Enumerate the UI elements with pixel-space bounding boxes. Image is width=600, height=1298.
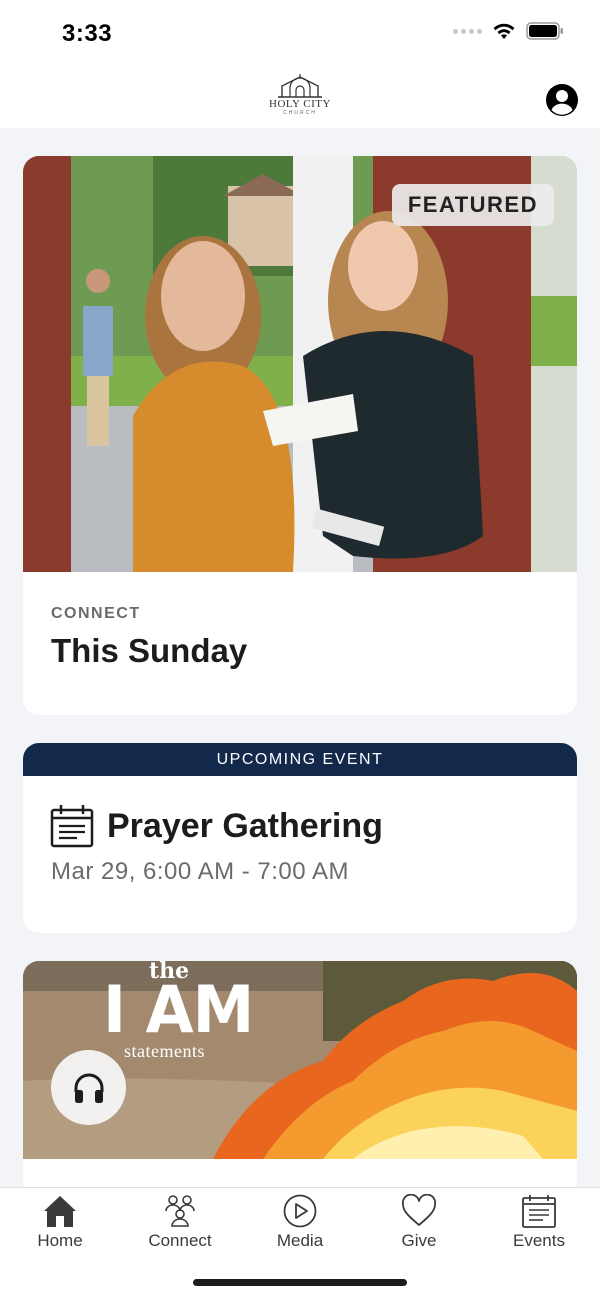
calendar-icon xyxy=(522,1195,556,1228)
media-card[interactable]: the I AM statements xyxy=(23,961,577,1221)
wifi-icon xyxy=(493,23,515,39)
people-icon xyxy=(165,1195,195,1227)
upcoming-event-card[interactable]: UPCOMING EVENT Prayer Gathering Mar 29, … xyxy=(23,743,577,933)
headphones-icon xyxy=(74,1073,103,1103)
cellular-signal-icon xyxy=(453,28,482,34)
tab-connect[interactable]: Connect xyxy=(125,1194,235,1260)
tab-events[interactable]: Events xyxy=(484,1194,594,1260)
home-indicator[interactable] xyxy=(193,1279,407,1286)
play-icon xyxy=(283,1194,317,1228)
event-title: Prayer Gathering xyxy=(107,807,383,845)
featured-title: This Sunday xyxy=(51,632,248,669)
tab-media-label: Media xyxy=(276,1231,324,1250)
tab-connect-label: Connect xyxy=(148,1231,212,1250)
status-indicators xyxy=(453,22,564,40)
listen-button[interactable] xyxy=(51,1050,126,1125)
logo-subtitle: CHURCH xyxy=(283,110,317,116)
tab-give[interactable]: Give xyxy=(364,1194,474,1260)
event-time: Mar 29, 6:00 AM - 7:00 AM xyxy=(51,858,349,885)
status-time: 3:33 xyxy=(62,20,113,47)
event-banner: UPCOMING EVENT xyxy=(23,743,577,776)
battery-icon xyxy=(526,22,563,40)
tab-home-label: Home xyxy=(37,1231,83,1250)
tab-events-label: Events xyxy=(513,1231,565,1250)
featured-card[interactable]: FEATURED CONNECT This Sunday xyxy=(23,156,577,715)
tab-give-label: Give xyxy=(401,1231,437,1250)
church-logo[interactable]: HOLY CITY CHURCH xyxy=(264,74,336,120)
heart-icon xyxy=(401,1194,437,1226)
top-bar: 3:33 HOLY CITY CHURCH xyxy=(0,0,600,128)
artwork-text-statements: statements xyxy=(124,1041,205,1061)
tab-media[interactable]: Media xyxy=(245,1194,355,1260)
calendar-icon xyxy=(50,805,94,848)
logo-name: HOLY CITY xyxy=(269,98,331,110)
church-building-icon xyxy=(278,74,322,98)
artwork-text-i-am: I AM xyxy=(103,971,254,1048)
tab-home[interactable]: Home xyxy=(5,1194,115,1260)
featured-badge: FEATURED xyxy=(391,184,554,226)
home-icon xyxy=(44,1196,76,1227)
featured-category: CONNECT xyxy=(51,605,141,622)
profile-icon[interactable] xyxy=(545,83,579,117)
